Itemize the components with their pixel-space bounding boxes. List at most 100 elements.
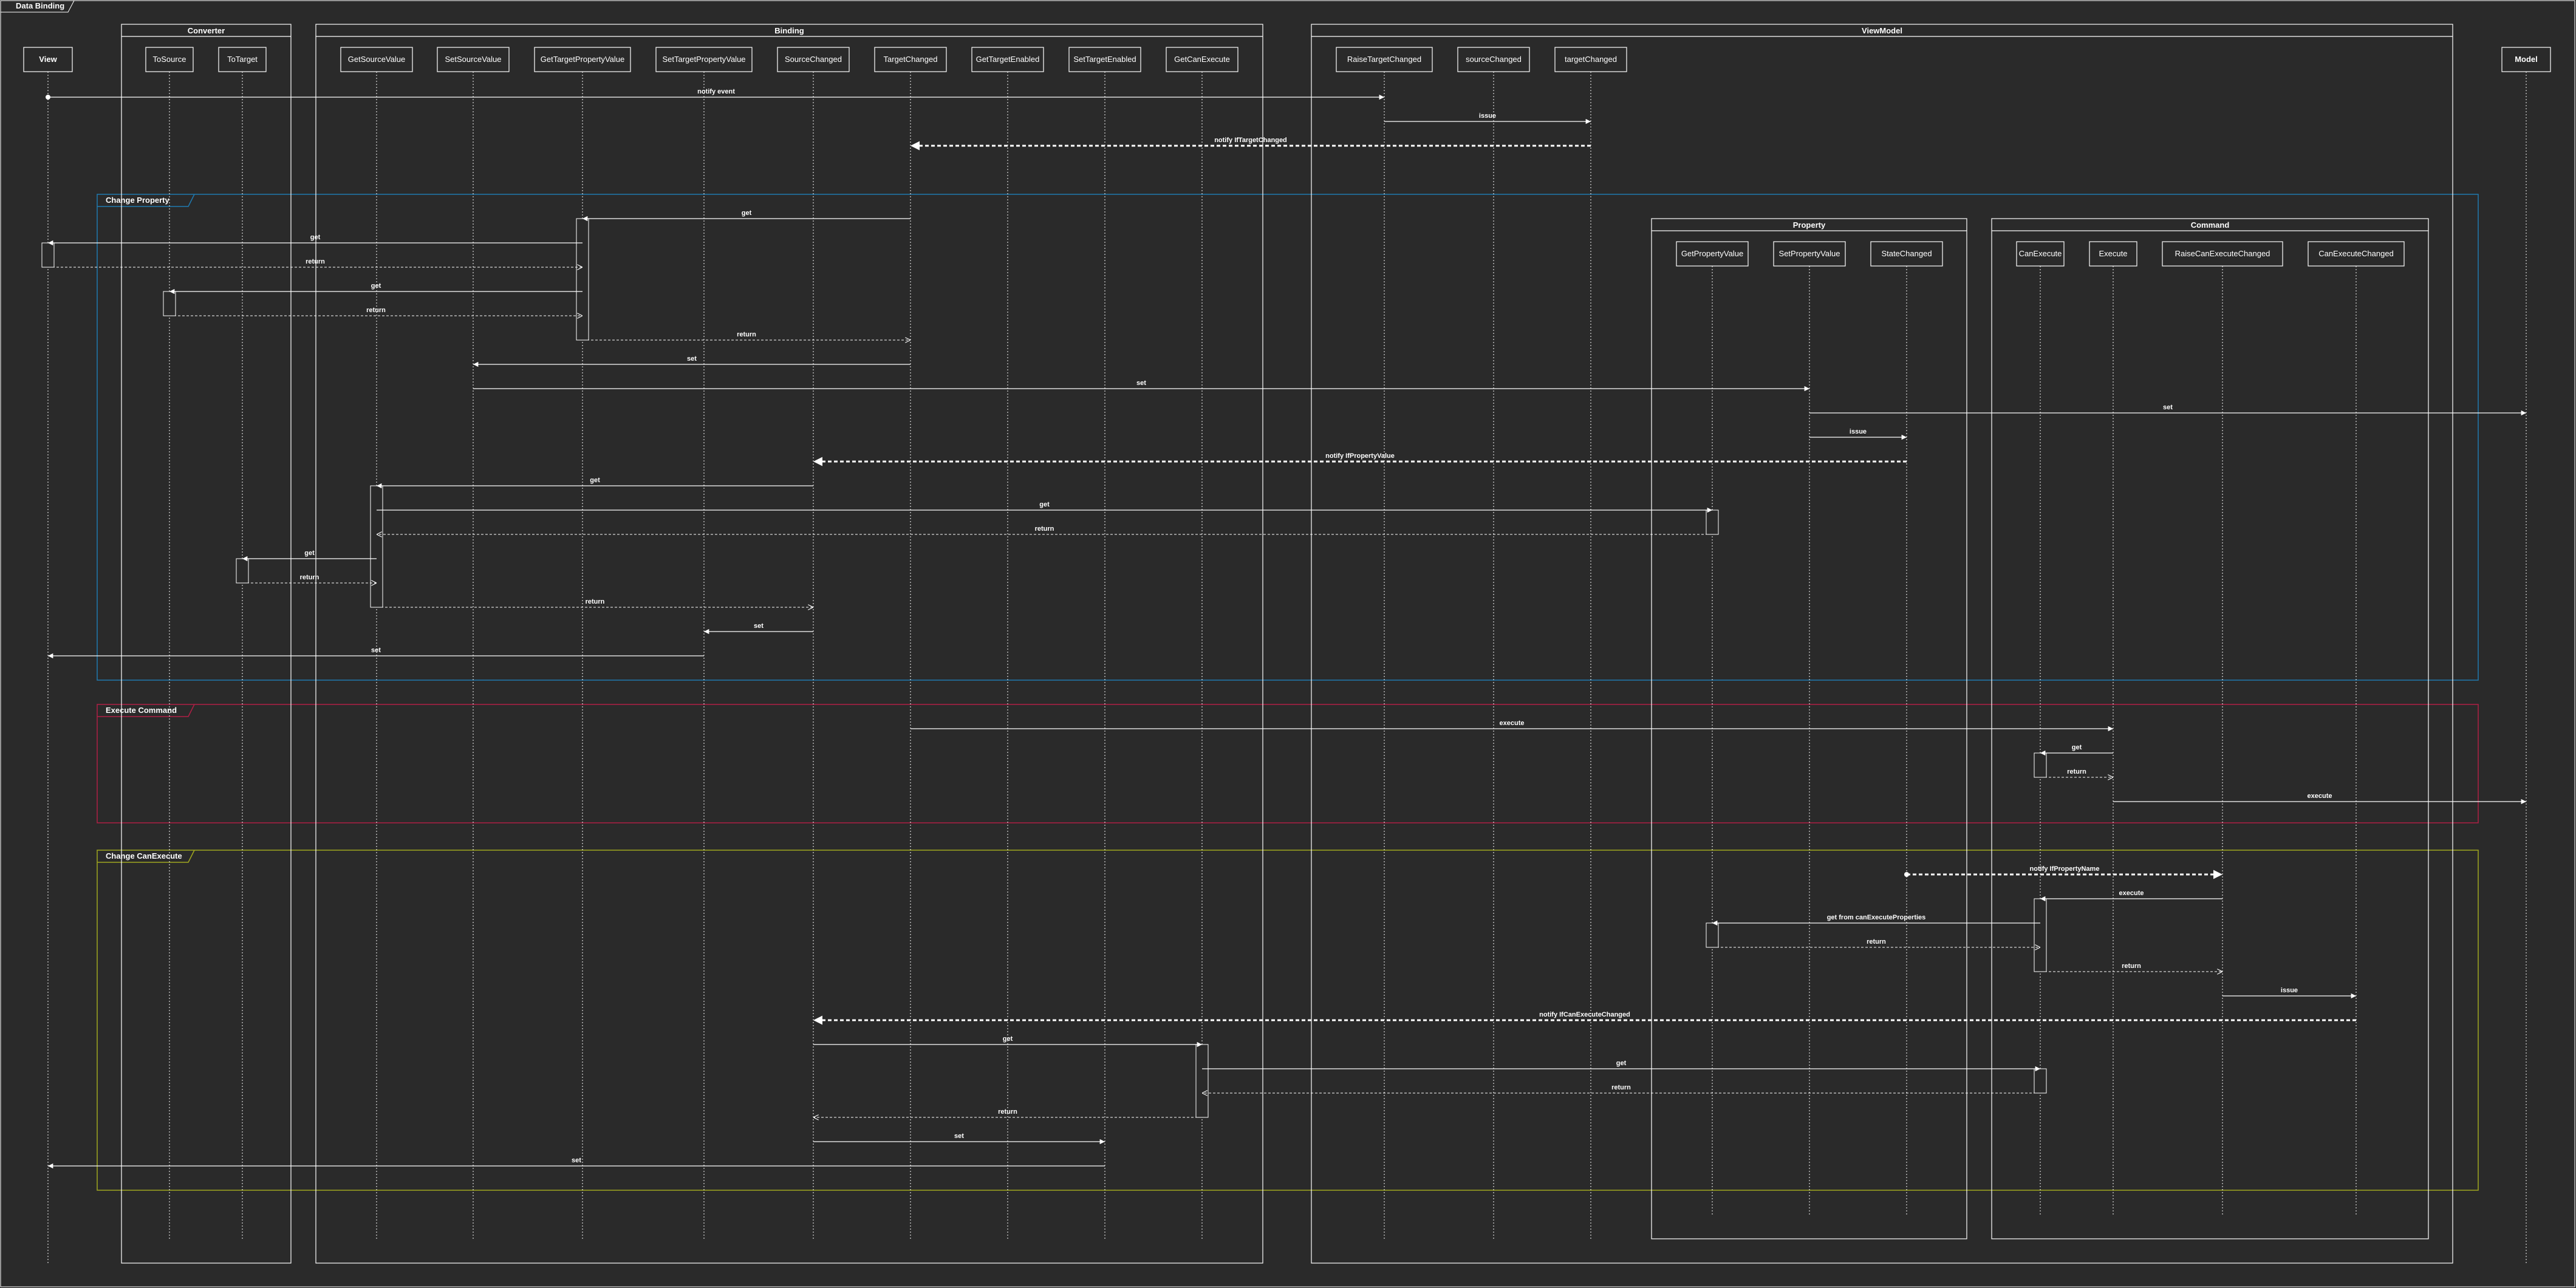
activation-getpropertyvalue (1706, 509, 1719, 535)
message-1: issue (1384, 112, 1591, 124)
message-12: issue (1809, 428, 1907, 440)
message-label: set (2163, 404, 2173, 411)
message-label: notify IfCanExecuteChanged (1539, 1011, 1630, 1018)
message-label: get (2072, 744, 2082, 751)
participant-label-targetchanged: TargetChanged (884, 55, 938, 64)
message-23: get (2040, 744, 2113, 756)
message-label: notify IfPropertyName (2030, 865, 2100, 873)
message-label: get (742, 210, 752, 217)
message-label: get (590, 477, 600, 484)
message-31: issue (2222, 987, 2356, 999)
message-13: notify IfPropertyValue (813, 452, 1907, 466)
participant-label-canexecute: CanExecute (2019, 249, 2062, 258)
group-label-viewmodel: ViewModel (1862, 26, 1902, 35)
participant-label-getsourcevalue: GetSourceValue (348, 55, 405, 64)
message-35: return (1202, 1084, 2040, 1093)
participant-label-execute: Execute (2099, 249, 2128, 258)
message-label: execute (1500, 720, 1525, 727)
activation-getpropertyvalue (1706, 922, 1719, 948)
message-27: execute (2040, 890, 2222, 902)
message-14: get (377, 477, 813, 489)
message-36: return (813, 1108, 1202, 1117)
message-label: set (954, 1133, 964, 1140)
activation-getcanexecute (1195, 1044, 1209, 1118)
message-26: notify IfPropertyName (1904, 865, 2222, 879)
fragment-label-change-canexecute: Change CanExecute (106, 851, 182, 860)
message-33: get (813, 1035, 1202, 1048)
lifelines-layer (47, 72, 2527, 1263)
participant-label-raisetargetchanged: RaiseTargetChanged (1347, 55, 1421, 64)
message-21: set (48, 647, 704, 659)
message-label: get (1616, 1060, 1627, 1067)
message-label: return (306, 258, 325, 265)
message-label: issue (1850, 428, 1867, 435)
message-label: set (687, 355, 697, 363)
message-label: issue (1479, 112, 1496, 120)
message-label: set (1136, 380, 1146, 387)
group-label-binding: Binding (774, 26, 804, 35)
participant-label-getcanexecute: GetCanExecute (1174, 55, 1230, 64)
message-label: get from canExecuteProperties (1827, 914, 1926, 921)
message-30: return (2040, 963, 2222, 972)
activation-getsourcevalue (370, 485, 383, 608)
message-2: notify IfTargetChanged (910, 137, 1591, 151)
diagram-title: Data Binding (16, 1, 64, 10)
diagram-frame (0, 0, 2575, 1287)
message-18: return (242, 574, 377, 583)
participant-label-targetchanged_vm: targetChanged (1565, 55, 1617, 64)
activation-canexecute (2034, 752, 2047, 778)
message-label: return (366, 307, 386, 314)
message-25: execute (2113, 792, 2526, 805)
message-7: return (169, 307, 583, 316)
participant-label-totarget: ToTarget (227, 55, 258, 64)
message-24: return (2040, 768, 2113, 777)
message-label: get (1003, 1035, 1013, 1043)
fragment-label-execute-command: Execute Command (106, 706, 177, 715)
message-10: set (473, 380, 1809, 392)
message-37: set (813, 1133, 1105, 1145)
participant-label-canexecutechanged: CanExecuteChanged (2318, 249, 2394, 258)
message-3: get (583, 210, 910, 222)
participant-label-setsourcevalue: SetSourceValue (445, 55, 502, 64)
participant-label-statechanged: StateChanged (1881, 249, 1932, 258)
message-label: get (310, 234, 321, 241)
group-box-viewmodel (1311, 24, 2453, 1264)
participant-label-sourcechanged: SourceChanged (785, 55, 842, 64)
activation-canexecute (2034, 1068, 2047, 1094)
message-label: get (1039, 501, 1050, 508)
sequence-diagram: Data Binding Change Property Execute Comm… (0, 0, 2575, 1287)
message-label: return (1035, 525, 1054, 533)
fragment-execute-command (97, 704, 2479, 823)
fragments-layer: Change Property Execute Command Change Can… (97, 194, 2479, 1191)
activation-gettargetpropertyvalue (576, 218, 589, 341)
participant-label-model: Model (2515, 55, 2538, 64)
found-message-dot (1904, 872, 1909, 877)
message-label: return (2122, 963, 2141, 970)
message-label: return (1867, 938, 1886, 946)
message-label: return (2067, 768, 2086, 775)
participant-label-setpropertyvalue: SetPropertyValue (1779, 249, 1840, 258)
message-4: get (48, 234, 583, 246)
message-label: return (737, 331, 756, 338)
message-label: execute (2119, 890, 2144, 897)
message-label: get (304, 550, 315, 557)
message-label: notify IfPropertyValue (1325, 452, 1395, 460)
participants-layer: View ToSource ToTarget GetSourceValue SetSou… (23, 47, 2551, 267)
message-16: return (377, 525, 1712, 534)
group-label-converter: Converter (188, 26, 225, 35)
message-11: set (1809, 404, 2526, 416)
group-box-converter (121, 24, 292, 1264)
message-5: return (48, 258, 583, 267)
groups-layer: Converter Binding ViewModel Property Command (121, 24, 2453, 1264)
message-19: return (377, 598, 813, 607)
message-34: get (1202, 1060, 2040, 1072)
message-20: set (704, 622, 813, 635)
activation-view (41, 242, 55, 268)
message-label: get (371, 282, 381, 290)
participant-label-getpropertyvalue: GetPropertyValue (1681, 249, 1743, 258)
activations-layer (41, 218, 2047, 1118)
message-29: return (1712, 938, 2040, 947)
message-label: return (998, 1108, 1017, 1116)
message-38: set (48, 1157, 1105, 1169)
message-17: get (242, 550, 377, 562)
